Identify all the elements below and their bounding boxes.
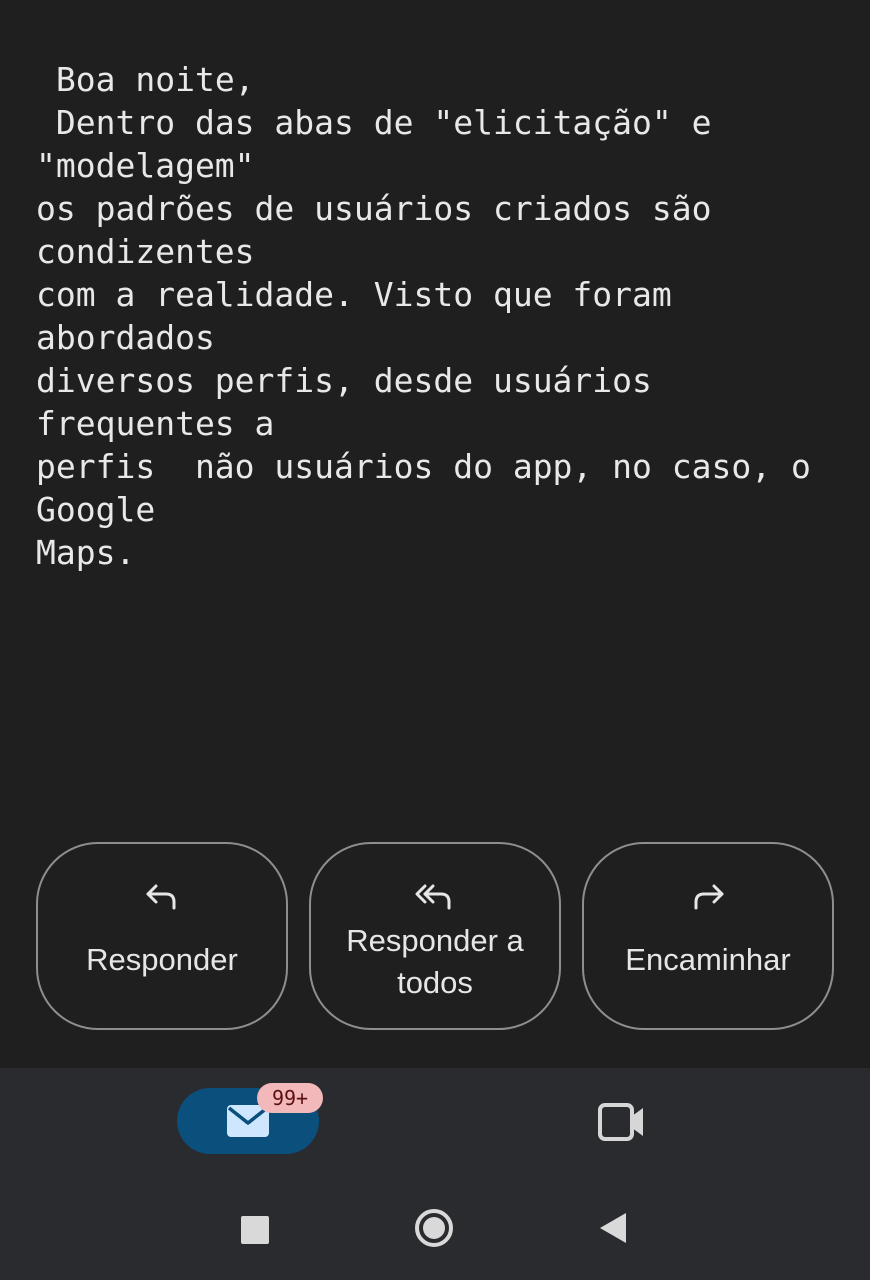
forward-icon [688,880,728,914]
email-screen: Boa noite, Dentro das abas de "elicitaçã… [0,0,870,1280]
system-nav-bar [0,1173,870,1280]
body-line: perfis não usuários do app, no caso, o G… [36,447,831,529]
square-recents-icon[interactable] [241,1216,269,1244]
reply-all-label: Responder a todos [346,923,524,1000]
circle-home-icon[interactable] [414,1208,454,1248]
app-bottom-nav: 99+ [0,1068,870,1173]
body-line: os padrões de usuários criados são condi… [36,189,732,271]
body-line: com a realidade. Visto que foram abordad… [36,275,692,357]
reply-label: Responder [86,942,238,977]
reply-button[interactable]: Responder [36,842,288,1030]
email-body: Boa noite, Dentro das abas de "elicitaçã… [36,58,836,574]
body-line: Maps. [36,533,136,572]
forward-button[interactable]: Encaminhar [582,842,834,1030]
reply-all-icon [415,880,455,914]
reply-all-button[interactable]: Responder a todos [309,842,561,1030]
video-camera-icon[interactable] [597,1102,647,1142]
body-line: Dentro das abas de "elicitação" e "model… [36,103,732,185]
forward-label: Encaminhar [625,942,791,977]
body-line: Boa noite, [36,60,255,99]
unread-count-badge: 99+ [257,1083,323,1113]
triangle-back-icon[interactable] [598,1211,628,1245]
message-actions: Responder Responder a todos Encaminhar [36,842,834,1032]
reply-icon [142,880,182,914]
body-line: diversos perfis, desde usuários frequent… [36,361,672,443]
